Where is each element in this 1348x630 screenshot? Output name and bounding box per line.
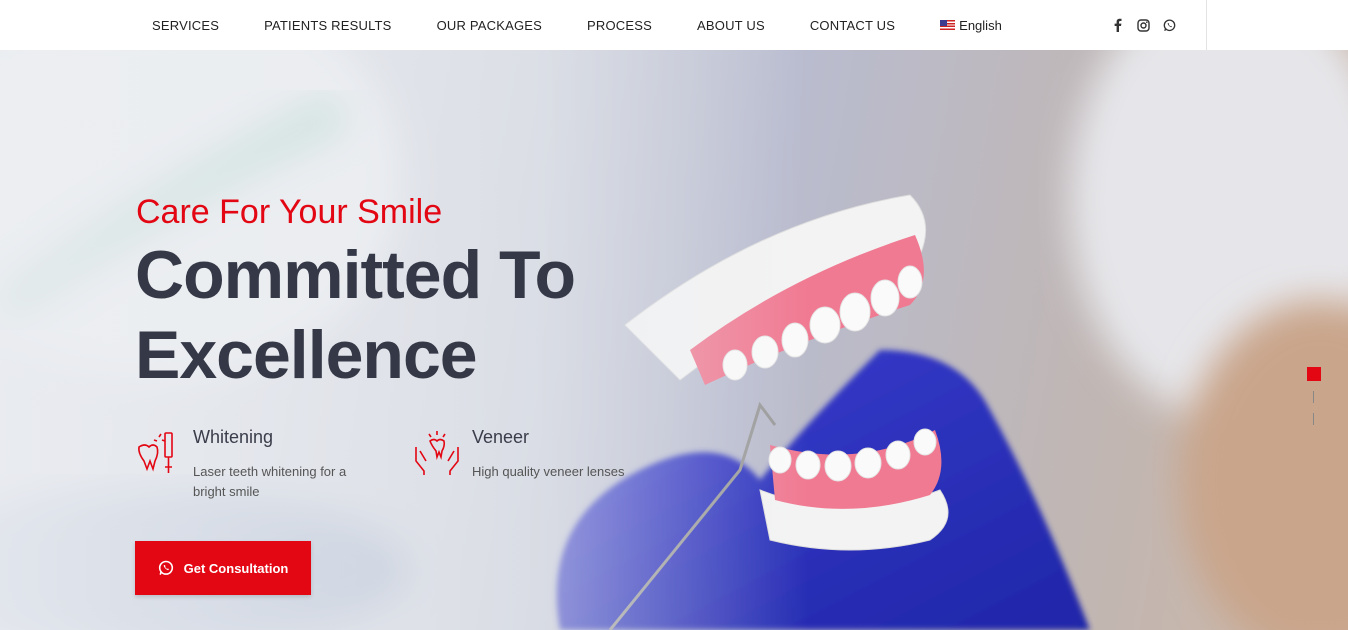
slider-indicator[interactable] — [1313, 391, 1314, 403]
nav-item-services[interactable]: SERVICES — [152, 18, 219, 33]
slider-indicator-active[interactable] — [1307, 367, 1321, 381]
feature-title: Veneer — [472, 427, 530, 447]
whatsapp-icon[interactable] — [1162, 18, 1176, 32]
language-label: English — [959, 17, 1002, 33]
nav-item-about-us[interactable]: ABOUT US — [697, 18, 765, 33]
nav-item-contact-us[interactable]: CONTACT US — [810, 18, 895, 33]
feature-whitening: Whitening Laser teeth whitening for a br… — [135, 427, 363, 502]
feature-veneer: Veneer High quality veneer lenses — [414, 427, 672, 482]
hero-section: Care For Your Smile Committed To Excelle… — [0, 50, 1348, 630]
facebook-icon[interactable] — [1110, 18, 1124, 32]
cta-label: Get Consultation — [183, 560, 289, 576]
top-navigation: SERVICES PATIENTS RESULTS OUR PACKAGES P… — [0, 0, 1348, 50]
hero-eyebrow: Care For Your Smile — [136, 193, 443, 231]
headline-line-2: Excellence — [135, 317, 478, 393]
get-consultation-button[interactable]: Get Consultation — [135, 541, 311, 595]
slider-indicator[interactable] — [1313, 413, 1314, 425]
nav-item-process[interactable]: PROCESS — [587, 18, 652, 33]
nav-menu: SERVICES PATIENTS RESULTS OUR PACKAGES P… — [130, 0, 1002, 50]
feature-description: High quality veneer lenses — [472, 464, 625, 479]
instagram-icon[interactable] — [1136, 18, 1150, 32]
headline-line-1: Committed To — [135, 237, 576, 313]
nav-item-patients-results[interactable]: PATIENTS RESULTS — [264, 18, 391, 33]
feature-description: Laser teeth whitening for a bright smile — [193, 464, 347, 499]
feature-title: Whitening — [193, 427, 274, 447]
language-selector[interactable]: English — [940, 18, 1002, 33]
veneer-hands-icon — [414, 427, 459, 477]
us-flag-icon — [940, 20, 956, 30]
nav-item-our-packages[interactable]: OUR PACKAGES — [437, 18, 542, 33]
tooth-whitening-icon — [135, 427, 179, 477]
nav-divider — [1206, 0, 1207, 50]
whatsapp-icon — [158, 560, 173, 575]
hero-headline: Committed To Excellence — [135, 235, 576, 395]
social-links — [1110, 0, 1176, 50]
